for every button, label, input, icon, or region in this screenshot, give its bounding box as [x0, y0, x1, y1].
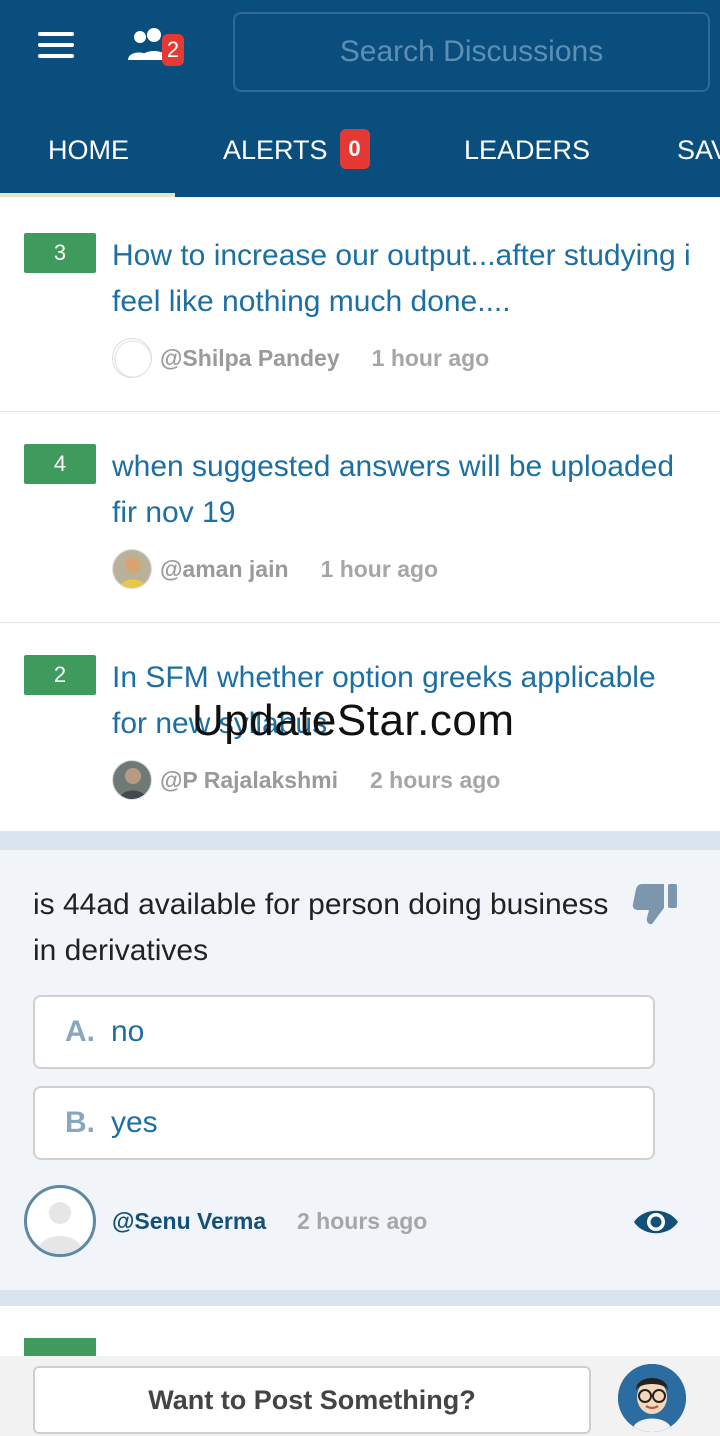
discussion-title[interactable]: In SFM whether option greeks applicable … [112, 655, 697, 747]
poll-question: is 44ad available for person doing busin… [33, 888, 609, 967]
bottom-bar: Want to Post Something? [0, 1356, 720, 1436]
post-time: 2 hours ago [369, 766, 501, 793]
vote-count-badge: 2 [24, 655, 96, 695]
tab-alerts[interactable]: ALERTS 0 [223, 105, 370, 197]
avatar [112, 549, 152, 589]
author-name[interactable]: @P Rajalakshmi [160, 767, 338, 794]
discussion-meta: @P Rajalakshmi 2 hours ago [112, 760, 500, 800]
post-time: 1 hour ago [320, 555, 439, 582]
discussion-title[interactable]: How to increase our output...after study… [112, 233, 697, 325]
tab-leaders[interactable]: LEADERS [464, 105, 590, 197]
vote-count-badge: 3 [24, 233, 96, 273]
author-name[interactable]: @aman jain [160, 556, 289, 583]
avatar [112, 760, 152, 800]
vote-count-badge: 4 [24, 444, 96, 484]
people-count-badge: 2 [162, 34, 184, 66]
poll-card: is 44ad available for person doing busin… [0, 850, 720, 1290]
divider [0, 832, 720, 850]
hamburger-menu-icon[interactable] [38, 32, 74, 58]
poll-option-a[interactable]: A. no [33, 995, 655, 1069]
tab-home[interactable]: HOME [48, 105, 129, 197]
divider [0, 1290, 720, 1306]
top-app-bar: 2 Search Discussions [0, 0, 720, 105]
thumbs-down-icon[interactable] [632, 882, 680, 926]
tab-saved[interactable]: SAV [677, 105, 720, 197]
active-tab-indicator [0, 193, 175, 197]
discussion-item[interactable]: 4 when suggested answers will be uploade… [0, 412, 720, 623]
discussion-meta: @aman jain 1 hour ago [112, 549, 438, 589]
discussion-item[interactable]: 3 How to increase our output...after stu… [0, 201, 720, 412]
tab-bar: HOME ALERTS0 LEADERS SAV [0, 105, 720, 197]
mascot-avatar-icon[interactable] [618, 1364, 686, 1432]
post-time: 2 hours ago [297, 1208, 428, 1234]
alerts-count-badge: 0 [339, 128, 370, 169]
avatar [112, 338, 152, 378]
post-something-button[interactable]: Want to Post Something? [33, 1366, 591, 1434]
discussion-title[interactable]: when suggested answers will be uploaded … [112, 444, 697, 536]
author-name[interactable]: @Senu Verma [112, 1208, 266, 1235]
avatar[interactable] [24, 1185, 96, 1257]
discussion-item[interactable]: 2 In SFM whether option greeks applicabl… [0, 623, 720, 832]
discussion-meta: @Shilpa Pandey 1 hour ago [112, 338, 489, 378]
post-time: 1 hour ago [371, 344, 490, 371]
search-input[interactable]: Search Discussions [233, 12, 710, 92]
eye-icon[interactable] [632, 1205, 680, 1239]
author-name[interactable]: @Shilpa Pandey [160, 345, 340, 372]
poll-option-b[interactable]: B. yes [33, 1086, 655, 1160]
